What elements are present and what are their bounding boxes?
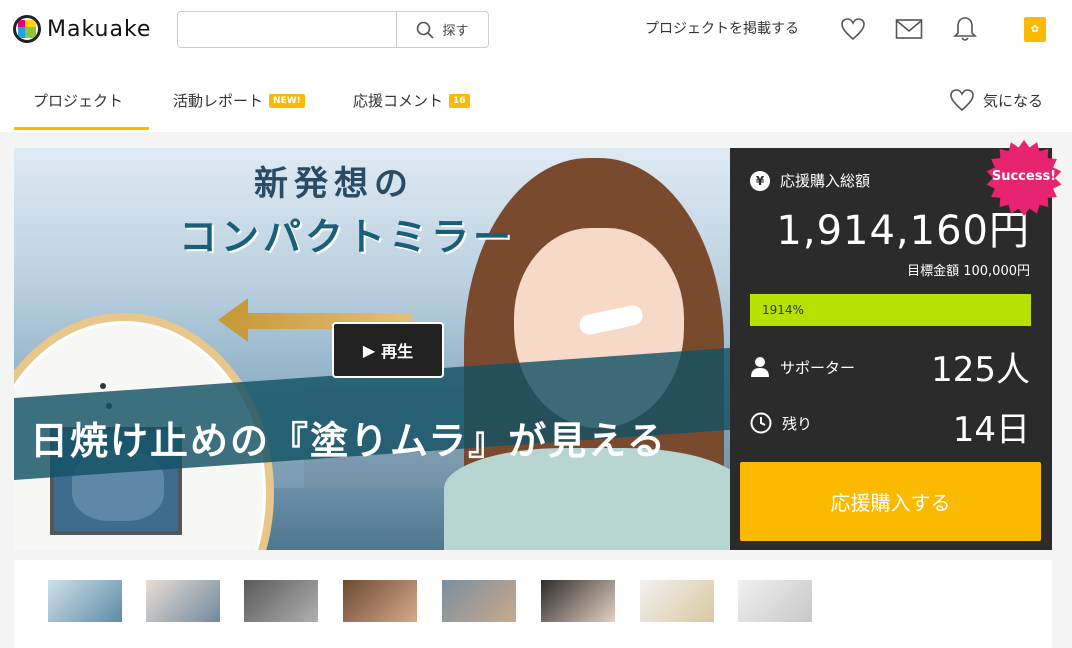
logo-mark-icon <box>13 15 41 43</box>
raised-label: 応援購入総額 <box>780 172 871 190</box>
search-input[interactable] <box>178 12 396 47</box>
favorite-label: 気になる <box>983 91 1044 110</box>
progress-fill: 1914% <box>750 294 1031 326</box>
thumbnail-strip <box>14 560 1052 648</box>
heart-icon[interactable] <box>838 14 868 44</box>
thumbnail-3[interactable] <box>244 580 318 622</box>
project-tabs: プロジェクト 活動レポート NEW! 応援コメント 16 気になる <box>0 62 1072 132</box>
tab-activity-report[interactable]: 活動レポート NEW! <box>173 90 305 111</box>
new-badge: NEW! <box>269 93 305 108</box>
remaining-days: 14日 <box>952 410 1030 450</box>
tab-support-comments[interactable]: 応援コメント 16 <box>353 90 470 111</box>
bell-icon[interactable] <box>950 14 980 44</box>
supporters-label: サポーター <box>780 358 856 377</box>
play-label: 再生 <box>381 342 414 361</box>
hero-title-line1: 新発想の <box>254 164 414 204</box>
thumbnail-1[interactable] <box>48 580 122 622</box>
post-project-link[interactable]: プロジェクトを掲載する <box>645 18 799 38</box>
favorite-button[interactable]: 気になる <box>949 88 1043 112</box>
search-button[interactable]: 探す <box>396 12 488 47</box>
support-purchase-button[interactable]: 応援購入する <box>740 462 1041 541</box>
user-avatar[interactable]: ✿ <box>1024 17 1046 42</box>
mail-icon[interactable] <box>894 14 924 44</box>
search-icon <box>417 21 435 39</box>
site-header: Makuake 探す プロジェクトを掲載する ✿ <box>0 0 1072 62</box>
tab-activity-report-label: 活動レポート <box>173 92 264 110</box>
thumbnail-6[interactable] <box>541 580 615 622</box>
supporters-count: 125人 <box>931 350 1030 390</box>
play-icon: ▶ <box>362 340 376 360</box>
thumbnail-2[interactable] <box>146 580 220 622</box>
heart-outline-icon <box>950 89 974 112</box>
progress-percent: 1914% <box>762 303 804 317</box>
person-icon <box>751 357 769 377</box>
thumbnail-5[interactable] <box>442 580 516 622</box>
yen-icon: ¥ <box>750 170 770 191</box>
play-video-button[interactable]: ▶ 再生 <box>332 322 444 378</box>
active-tab-indicator <box>14 127 149 130</box>
success-badge: Success! <box>986 140 1062 216</box>
project-hero-image[interactable]: 新発想の コンパクトミラー 日焼け止めの『塗りムラ』が見える ▶ 再生 <box>14 148 730 550</box>
hero-title-line2: コンパクトミラー <box>179 215 516 259</box>
clock-icon <box>750 412 772 434</box>
success-label: Success! <box>991 169 1057 184</box>
thumbnail-8[interactable] <box>738 580 812 622</box>
remaining-label: 残り <box>782 414 813 433</box>
search-bar: 探す <box>177 11 489 48</box>
tab-project[interactable]: プロジェクト <box>33 90 123 111</box>
thumbnail-4[interactable] <box>343 580 417 622</box>
goal-amount: 目標金額 100,000円 <box>907 264 1030 279</box>
search-button-label: 探す <box>442 24 469 39</box>
comment-count-badge: 16 <box>449 93 470 108</box>
thumbnail-7[interactable] <box>640 580 714 622</box>
progress-bar: 1914% <box>750 294 1031 326</box>
logo-text: Makuake <box>47 16 152 42</box>
makuake-logo[interactable]: Makuake <box>13 15 151 43</box>
tab-support-comments-label: 応援コメント <box>353 92 444 110</box>
tab-project-label: プロジェクト <box>33 92 124 110</box>
hero-banner-text: 日焼け止めの『塗りムラ』が見える <box>30 419 667 463</box>
